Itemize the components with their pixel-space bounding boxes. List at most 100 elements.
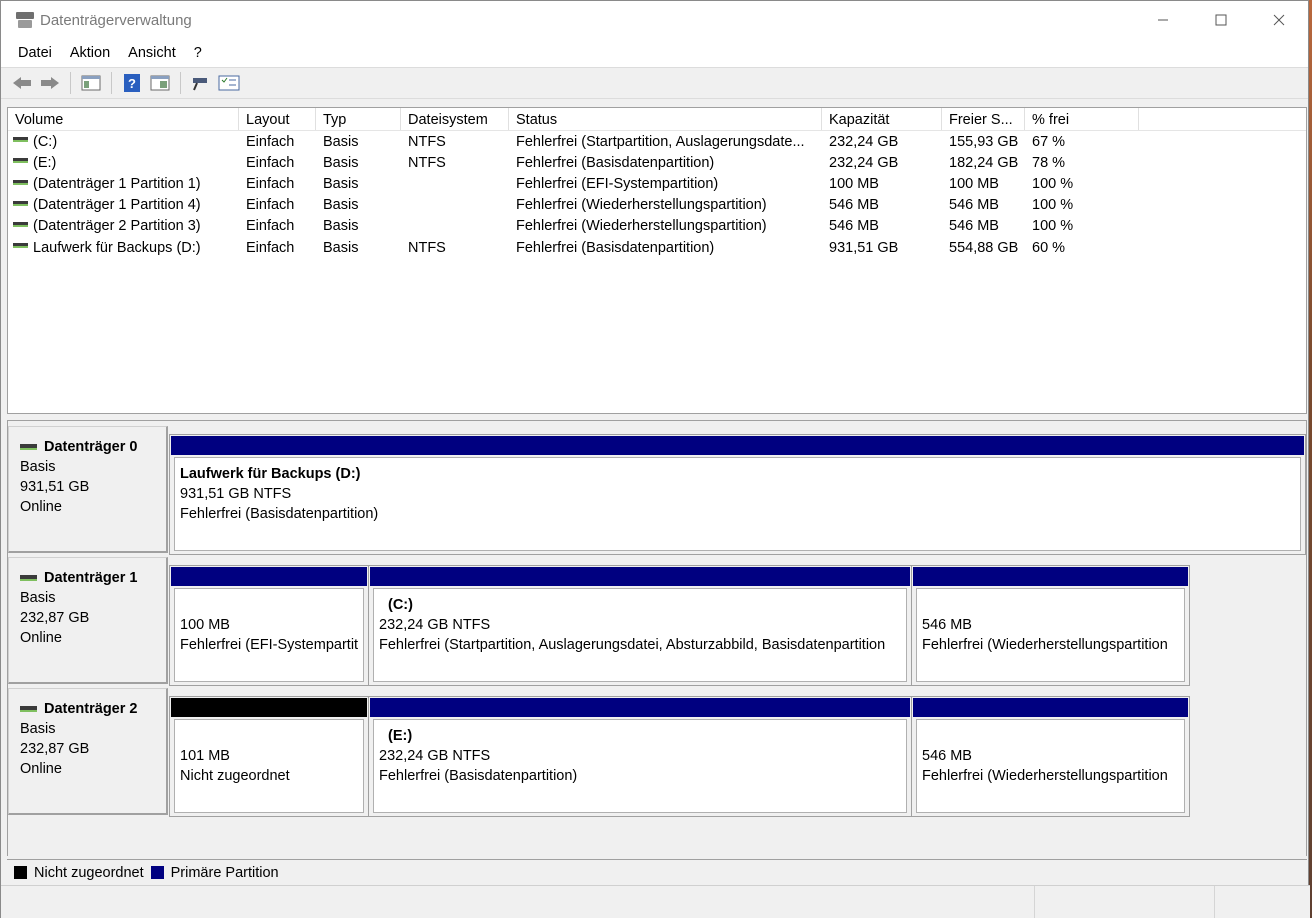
- partition-strip: 100 MB Fehlerfrei (EFI-Systempartit (C:) 23…: [169, 565, 1190, 686]
- column-header-layout[interactable]: Layout: [239, 108, 316, 130]
- partition-block[interactable]: 100 MB Fehlerfrei (EFI-Systempartit: [170, 566, 369, 685]
- window-title: Datenträgerverwaltung: [40, 11, 192, 29]
- disk-label[interactable]: Datenträger 2 Basis 232,87 GB Online: [8, 688, 168, 815]
- legend-swatch-unallocated: [14, 866, 27, 879]
- cell-status: Fehlerfrei (Basisdatenpartition): [516, 239, 715, 256]
- back-arrow-icon[interactable]: [10, 72, 34, 94]
- table-row[interactable]: (Datenträger 1 Partition 4) Einfach Basis F…: [8, 195, 1306, 216]
- disk-state: Online: [20, 499, 62, 515]
- disk-management-icon: [16, 12, 34, 28]
- close-button[interactable]: [1250, 1, 1308, 39]
- menu-ansicht[interactable]: Ansicht: [119, 45, 185, 61]
- column-header-volume[interactable]: Volume: [8, 108, 239, 130]
- menu-aktion[interactable]: Aktion: [61, 45, 119, 61]
- menu-help[interactable]: ?: [185, 45, 211, 61]
- cell-kapazitaet: 100 MB: [829, 175, 879, 192]
- disk-size: 232,87 GB: [20, 610, 90, 626]
- partition-bar: [370, 698, 910, 717]
- disk-size: 931,51 GB: [20, 479, 90, 495]
- disk-state: Online: [20, 630, 62, 646]
- partition-size: 100 MB: [180, 617, 230, 633]
- minimize-button[interactable]: [1134, 1, 1192, 39]
- toolbar: ?: [1, 67, 1308, 99]
- table-row[interactable]: (E:) Einfach Basis NTFS Fehlerfrei (Basisdat…: [8, 152, 1306, 173]
- maximize-button[interactable]: [1192, 1, 1250, 39]
- partition-block[interactable]: 546 MB Fehlerfrei (Wiederherstellungspart…: [912, 566, 1189, 685]
- cell-dateisystem: NTFS: [408, 239, 446, 256]
- menu-datei[interactable]: Datei: [9, 45, 61, 61]
- menu-bar: Datei Aktion Ansicht ?: [1, 39, 1308, 67]
- partition-body: 100 MB Fehlerfrei (EFI-Systempartit: [174, 588, 364, 682]
- partition-status: Fehlerfrei (Wiederherstellungspartition: [922, 637, 1168, 653]
- cell-freier-speicher: 155,93 GB: [949, 133, 1019, 150]
- partition-size: 101 MB: [180, 748, 230, 764]
- cell-volume: (Datenträger 1 Partition 1): [8, 176, 239, 192]
- table-row[interactable]: (Datenträger 1 Partition 1) Einfach Basis F…: [8, 173, 1306, 194]
- disk-state: Online: [20, 761, 62, 777]
- disk-label[interactable]: Datenträger 0 Basis 931,51 GB Online: [8, 426, 168, 553]
- connect-icon[interactable]: [189, 72, 213, 94]
- cell-prozent-frei: 78 %: [1032, 154, 1066, 171]
- table-row[interactable]: (C:) Einfach Basis NTFS Fehlerfrei (Startpar…: [8, 131, 1306, 152]
- partition-block[interactable]: Laufwerk für Backups (D:) 931,51 GB NTFS F…: [170, 435, 1305, 554]
- help-icon[interactable]: ?: [120, 72, 144, 94]
- checklist-icon[interactable]: [217, 72, 241, 94]
- cell-freier-speicher: 546 MB: [949, 197, 999, 214]
- title-bar[interactable]: Datenträgerverwaltung: [1, 1, 1308, 39]
- partition-bar: [370, 567, 910, 586]
- partition-title: Laufwerk für Backups (D:): [180, 466, 361, 482]
- partition-body: 546 MB Fehlerfrei (Wiederherstellungspart…: [916, 719, 1185, 813]
- partition-body: 546 MB Fehlerfrei (Wiederherstellungspart…: [916, 588, 1185, 682]
- cell-kapazitaet: 931,51 GB: [829, 239, 899, 256]
- cell-typ: Basis: [323, 133, 359, 150]
- cell-freier-speicher: 182,24 GB: [949, 154, 1019, 171]
- partition-status: Fehlerfrei (Basisdatenpartition): [379, 768, 578, 784]
- cell-volume: Laufwerk für Backups (D:): [8, 240, 239, 256]
- console-tree-icon[interactable]: [79, 72, 103, 94]
- partition-block[interactable]: 546 MB Fehlerfrei (Wiederherstellungspart…: [912, 697, 1189, 816]
- partition-bar: [171, 567, 367, 586]
- table-row[interactable]: Laufwerk für Backups (D:) Einfach Basis NTF…: [8, 237, 1306, 258]
- cell-kapazitaet: 232,24 GB: [829, 133, 899, 150]
- partition-title: (E:): [388, 728, 413, 744]
- cell-layout: Einfach: [246, 197, 295, 214]
- partition-body: (C:) 232,24 GB NTFS Fehlerfrei (Startparti…: [373, 588, 907, 682]
- disk-label[interactable]: Datenträger 1 Basis 232,87 GB Online: [8, 557, 168, 684]
- partition-block[interactable]: (E:) 232,24 GB NTFS Fehlerfrei (Basisdaten…: [369, 697, 912, 816]
- partition-block[interactable]: (C:) 232,24 GB NTFS Fehlerfrei (Startparti…: [369, 566, 912, 685]
- cell-status: Fehlerfrei (EFI-Systempartition): [516, 175, 719, 192]
- legend-label-primary: Primäre Partition: [170, 864, 279, 881]
- partition-bar: [913, 567, 1188, 586]
- forward-arrow-icon[interactable]: [38, 72, 62, 94]
- partition-bar: [171, 698, 367, 717]
- volume-list[interactable]: Volume Layout Typ Dateisystem Status Kap…: [7, 107, 1307, 414]
- partition-status: Fehlerfrei (Basisdatenpartition): [180, 506, 379, 522]
- column-header-freier-speicher[interactable]: Freier S...: [942, 108, 1025, 130]
- cell-typ: Basis: [323, 154, 359, 171]
- legend: Nicht zugeordnet Primäre Partition: [7, 859, 1307, 885]
- partition-body: 101 MB Nicht zugeordnet: [174, 719, 364, 813]
- partition-bar: [913, 698, 1188, 717]
- cell-kapazitaet: 546 MB: [829, 197, 879, 214]
- column-header-typ[interactable]: Typ: [316, 108, 401, 130]
- pane-splitter[interactable]: [7, 414, 1307, 421]
- partition-strip: 101 MB Nicht zugeordnet (E:) 232,24 GB NTFS…: [169, 696, 1190, 817]
- disk-type: Basis: [20, 590, 56, 606]
- disk-type: Basis: [20, 459, 56, 475]
- properties-icon[interactable]: [148, 72, 172, 94]
- cell-freier-speicher: 546 MB: [949, 218, 999, 235]
- column-header-kapazitaet[interactable]: Kapazität: [822, 108, 942, 130]
- partition-block[interactable]: 101 MB Nicht zugeordnet: [170, 697, 369, 816]
- column-header-status[interactable]: Status: [509, 108, 822, 130]
- cell-status: Fehlerfrei (Wiederherstellungspartition): [516, 197, 767, 214]
- cell-typ: Basis: [323, 175, 359, 192]
- column-header-prozent-frei[interactable]: % frei: [1025, 108, 1139, 130]
- partition-strip: Laufwerk für Backups (D:) 931,51 GB NTFS F…: [169, 434, 1306, 555]
- partition-title: (C:): [388, 597, 413, 613]
- table-row[interactable]: (Datenträger 2 Partition 3) Einfach Basis F…: [8, 216, 1306, 237]
- column-header-dateisystem[interactable]: Dateisystem: [401, 108, 509, 130]
- cell-prozent-frei: 100 %: [1032, 218, 1074, 235]
- maximize-icon: [1215, 14, 1227, 26]
- volume-icon: [13, 243, 28, 249]
- cell-volume: (Datenträger 1 Partition 4): [8, 197, 239, 213]
